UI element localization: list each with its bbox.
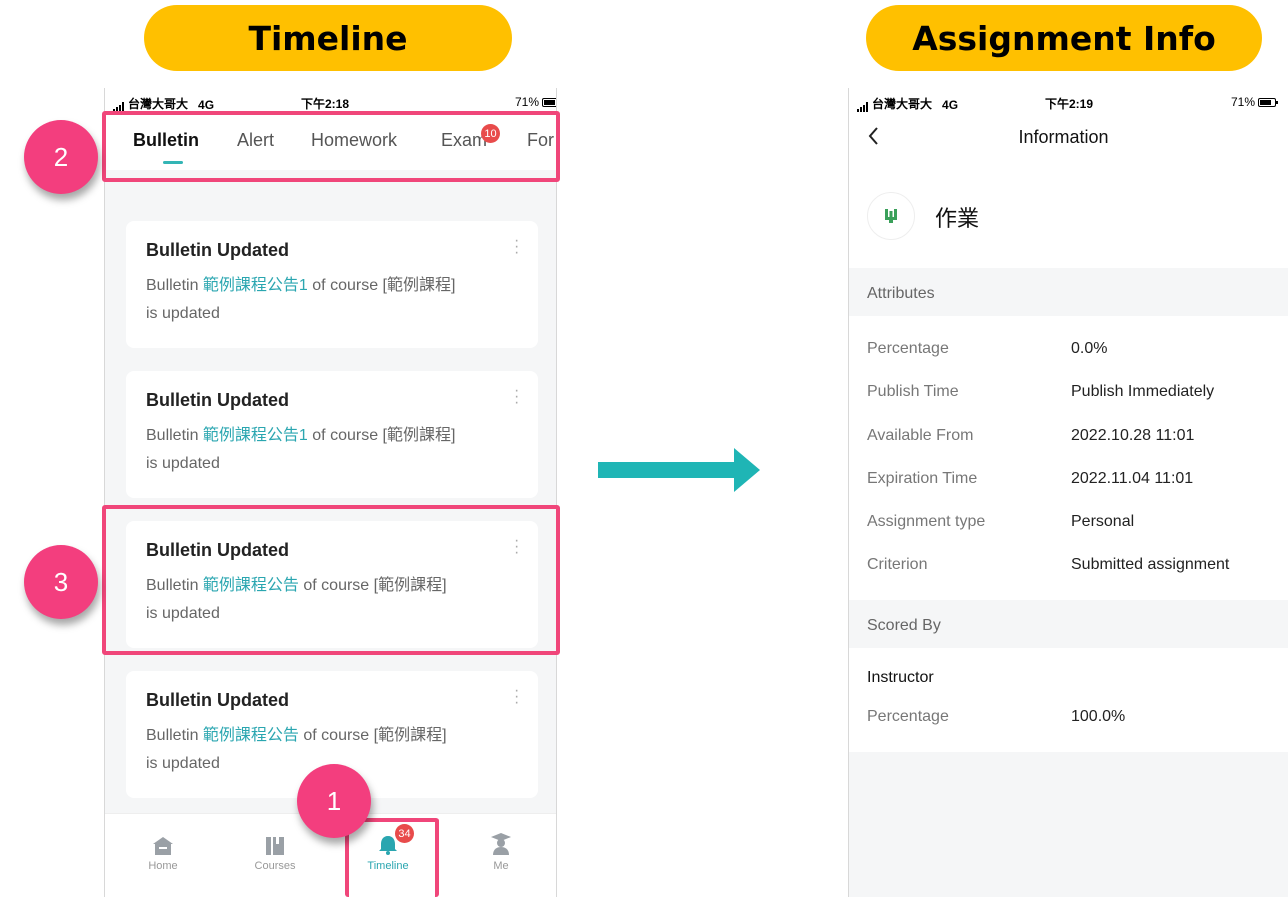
attribute-value: Submitted assignment bbox=[1071, 556, 1230, 573]
more-options-icon[interactable]: · · · bbox=[514, 683, 519, 711]
status-time: 下午2:19 bbox=[1045, 97, 1094, 111]
attribute-row: Expiration Time 2022.11.04 11:01 bbox=[867, 470, 1288, 494]
status-time: 下午2:18 bbox=[301, 97, 350, 111]
carrier-name: 台灣大哥大 bbox=[872, 97, 933, 111]
attribute-value: 100.0% bbox=[1071, 708, 1126, 725]
attribute-row: Percentage 100.0% bbox=[867, 708, 1288, 732]
card-text: of course [範例課程] bbox=[307, 277, 456, 294]
card-title: Bulletin Updated bbox=[146, 390, 289, 410]
card-highlight bbox=[102, 505, 560, 655]
attribute-key: Criterion bbox=[867, 556, 928, 573]
nav-courses[interactable]: Courses bbox=[225, 830, 325, 872]
card-text: Bulletin bbox=[146, 427, 203, 444]
bulletin-link[interactable]: 範例課程公告 bbox=[203, 727, 299, 744]
scorer-name: Instructor bbox=[867, 669, 934, 686]
annotation-3: 3 bbox=[24, 545, 98, 619]
attribute-value: 0.0% bbox=[1071, 340, 1108, 357]
attribute-value: 2022.10.28 11:01 bbox=[1071, 427, 1195, 444]
battery-percent: 71% bbox=[1231, 95, 1256, 109]
card-text: is updated bbox=[146, 755, 220, 772]
nav-label: Home bbox=[148, 860, 178, 872]
page-header: Information bbox=[849, 114, 1288, 164]
page-title: Information bbox=[1018, 127, 1109, 147]
battery-icon bbox=[1258, 97, 1279, 107]
tabs-highlight bbox=[102, 111, 560, 182]
attributes-list: Percentage 0.0% Publish Time Publish Immed… bbox=[849, 316, 1288, 600]
attributes-section-header: Attributes bbox=[849, 268, 1288, 316]
network-type: 4G bbox=[198, 98, 215, 112]
nav-label: Me bbox=[493, 860, 509, 872]
assignment-name: 作業 bbox=[935, 206, 980, 231]
annotation-2: 2 bbox=[24, 120, 98, 194]
arrow-right-icon bbox=[598, 448, 760, 492]
more-options-icon[interactable]: · · · bbox=[514, 233, 519, 261]
scored-by-section-header: Scored By bbox=[849, 600, 1288, 648]
timeline-label: Timeline bbox=[144, 5, 512, 71]
card-text: Bulletin bbox=[146, 727, 203, 744]
carrier-name: 台灣大哥大 bbox=[128, 97, 189, 111]
battery-percent: 71% bbox=[514, 95, 539, 109]
annotation-1: 1 bbox=[297, 764, 371, 838]
homework-icon bbox=[867, 192, 915, 240]
assignment-info-label: Assignment Info bbox=[866, 5, 1262, 71]
timeline-card[interactable]: Bulletin Updated · · · Bulletin 範例課程公告1 of… bbox=[126, 371, 538, 498]
nav-me[interactable]: Me bbox=[451, 830, 551, 872]
attribute-value: Personal bbox=[1071, 513, 1135, 530]
card-text: Bulletin bbox=[146, 277, 203, 294]
attribute-key: Percentage bbox=[867, 340, 949, 357]
attribute-row: Percentage 0.0% bbox=[867, 340, 1288, 364]
attribute-value: 2022.11.04 11:01 bbox=[1071, 470, 1194, 487]
home-icon bbox=[153, 837, 173, 855]
assignment-header: 作業 bbox=[849, 164, 1288, 268]
scorer-list: Instructor Percentage 100.0% bbox=[849, 648, 1288, 752]
card-title: Bulletin Updated bbox=[146, 240, 289, 260]
bulletin-link[interactable]: 範例課程公告1 bbox=[203, 427, 308, 444]
card-text: of course [範例課程] bbox=[307, 427, 456, 444]
nav-label: Courses bbox=[254, 860, 296, 872]
card-message: Bulletin 範例課程公告1 of course [範例課程] is upda… bbox=[146, 272, 516, 328]
card-text: of course [範例課程] bbox=[298, 727, 447, 744]
battery-icon bbox=[542, 97, 556, 107]
attribute-key: Expiration Time bbox=[867, 470, 978, 487]
card-text: is updated bbox=[146, 455, 220, 472]
card-message: Bulletin 範例課程公告1 of course [範例課程] is upda… bbox=[146, 422, 516, 478]
status-bar: 台灣大哥大 4G 下午2:19 71% bbox=[849, 88, 1288, 114]
network-type: 4G bbox=[942, 98, 959, 112]
nav-home[interactable]: Home bbox=[113, 830, 213, 872]
attribute-key: Assignment type bbox=[867, 513, 986, 530]
attribute-row: Publish Time Publish Immediately bbox=[867, 383, 1288, 407]
timeline-nav-highlight bbox=[345, 818, 439, 897]
assignment-info-screen: 台灣大哥大 4G 下午2:19 71% Information 作業 Attri… bbox=[848, 88, 1288, 897]
attribute-row: Criterion Submitted assignment bbox=[867, 556, 1288, 580]
signal-icon bbox=[857, 102, 868, 112]
attribute-value: Publish Immediately bbox=[1071, 383, 1215, 400]
more-options-icon[interactable]: · · · bbox=[514, 383, 519, 411]
card-text: is updated bbox=[146, 305, 220, 322]
attribute-key: Percentage bbox=[867, 708, 949, 725]
timeline-card[interactable]: Bulletin Updated · · · Bulletin 範例課程公告1 of… bbox=[126, 221, 538, 348]
attribute-key: Available From bbox=[867, 427, 974, 444]
book-icon bbox=[266, 837, 284, 855]
profile-icon bbox=[491, 833, 511, 855]
attribute-row: Assignment type Personal bbox=[867, 513, 1288, 537]
bulletin-link[interactable]: 範例課程公告1 bbox=[203, 277, 308, 294]
attribute-row: Available From 2022.10.28 11:01 bbox=[867, 427, 1288, 451]
card-title: Bulletin Updated bbox=[146, 690, 289, 710]
attribute-key: Publish Time bbox=[867, 383, 959, 400]
